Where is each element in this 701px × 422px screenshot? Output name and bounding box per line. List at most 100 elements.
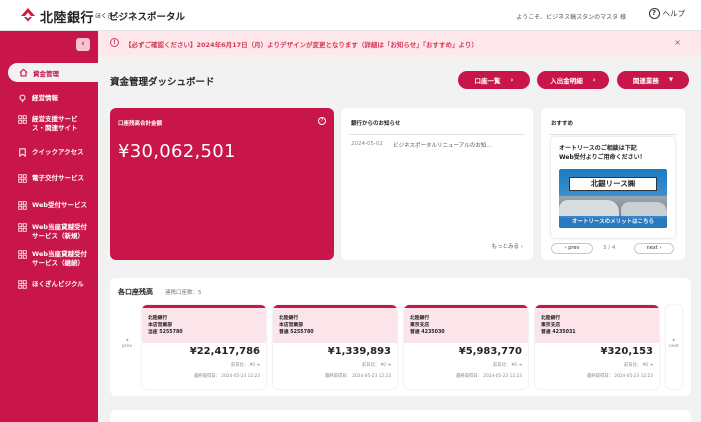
recommend-strip: オートリースのメリットはこちら — [559, 216, 667, 228]
transactions-button[interactable]: 入出金明細 › — [537, 71, 609, 89]
more-link[interactable]: もっとみる › — [492, 242, 523, 250]
button-label: 口座一覧 — [474, 77, 501, 85]
info-icon[interactable]: ? — [318, 117, 326, 125]
account-balance: ¥5,983,770 — [458, 346, 522, 357]
help-button[interactable]: ? ヘルプ — [648, 8, 686, 19]
chevron-right-icon: › — [592, 76, 596, 84]
account-number: 普通 4235030 — [410, 330, 445, 335]
recommend-next-button[interactable]: next › — [634, 243, 674, 254]
sidebar-item-label: Web受付サービス — [32, 201, 87, 209]
account-card[interactable]: 北陸銀行 東京支店 普通 4235030 ¥5,983,770 前日比： ¥0 … — [404, 305, 528, 389]
sidebar-item-web-reception[interactable]: Web受付サービス — [18, 201, 96, 210]
sidebar-item-label: Web当座貸越受付 サービス（新規） — [32, 223, 87, 241]
sidebar-item-overdraft-renew[interactable]: Web当座貸越受付 サービス（継続） — [18, 250, 96, 268]
account-bank: 北陸銀行 — [541, 316, 561, 321]
account-balance: ¥320,153 — [600, 346, 653, 357]
recommend-image[interactable]: 北銀リース㈱ オートリースのメリットはこちら — [559, 169, 667, 228]
sidebar-item-management-info[interactable]: 経営情報 — [18, 94, 96, 103]
linked-account-count: 連携口座数：5 — [165, 290, 202, 296]
recommend-item[interactable]: オートリースのご相談は下記 Web受付よりご用命ください！ 北銀リース㈱ オート… — [551, 137, 675, 238]
bank-logo-text: 北陸銀行 — [40, 11, 95, 26]
account-fetched-date: 最終取得日： 2024-05-23 12:23 — [194, 374, 260, 379]
prev-label: prev — [121, 344, 133, 349]
sidebar-item-label: 経営情報 — [32, 94, 58, 102]
account-bank: 北陸銀行 — [410, 316, 430, 321]
grid-icon — [18, 174, 27, 183]
recommend-text-line-1: オートリースのご相談は下記 — [559, 145, 637, 152]
account-card[interactable]: 北陸銀行 本店営業部 当座 5255780 ¥22,417,786 前日比： ¥… — [142, 305, 266, 389]
sidebar-collapse-button[interactable]: ‹ — [76, 38, 90, 51]
header: 北陸銀行 ほくぎん ビジネスポータル ようこそ、ビジネス稿スタンのマスタ 様 ?… — [0, 0, 701, 31]
lower-panel — [110, 410, 691, 422]
account-header: 北陸銀行 東京支店 普通 4235031 — [535, 305, 659, 343]
divider — [549, 134, 677, 135]
account-fetched-date: 最終取得日： 2024-05-23 12:23 — [325, 374, 391, 379]
sidebar-item-quick-access[interactable]: クイックアクセス — [18, 148, 96, 157]
sidebar-item-label: 経営支援サービ ス・関連サイト — [32, 115, 78, 133]
sidebar: ‹ 資金管理 経営情報 経営支援サービ ス・関連サイト クイックアクセス 電子交… — [0, 31, 98, 422]
page-title: 資金管理ダッシュボード — [110, 77, 215, 88]
sidebar-item-overdraft-new[interactable]: Web当座貸越受付 サービス（新規） — [18, 223, 96, 241]
label-line-1: Web当座貸越受付 — [32, 250, 87, 258]
account-number: 当座 5255780 — [148, 330, 183, 335]
sidebar-item-e-delivery[interactable]: 電子交付サービス — [18, 174, 96, 183]
sidebar-item-fund-management[interactable]: 資金管理 — [8, 63, 98, 82]
chevron-right-icon: › — [510, 76, 514, 84]
divider — [349, 134, 525, 135]
account-balances-panel: 各口座残高 連携口座数：5 ◂ prev 北陸銀行 本店営業部 当座 52557… — [110, 278, 691, 396]
grid-icon — [18, 280, 27, 289]
account-number: 普通 5255780 — [279, 330, 314, 335]
account-header: 北陸銀行 東京支店 普通 4235030 — [404, 305, 528, 343]
news-title: 銀行からのお知らせ — [351, 121, 401, 127]
question-icon: ? — [648, 8, 660, 19]
close-icon[interactable]: × — [674, 38, 681, 47]
accounts-prev-button[interactable]: ◂ prev — [119, 305, 135, 389]
accounts-title: 各口座残高 — [118, 288, 153, 296]
recommend-banner: 北銀リース㈱ — [569, 177, 657, 191]
notice-text[interactable]: 【必ずご確認ください】2024年6月17日（月）よりデザインが変更となります（詳… — [125, 39, 478, 49]
news-date: 2024-05-02 — [351, 141, 383, 147]
sidebar-item-label: クイックアクセス — [32, 148, 84, 156]
sidebar-item-label: 資金管理 — [33, 69, 59, 78]
total-balance-card: 口座残高合計金額 ? ¥30,062,501 — [110, 108, 334, 260]
chevron-right-icon: ▸ — [672, 338, 676, 343]
account-card[interactable]: 北陸銀行 東京支店 普通 4235031 ¥320,153 前日比： ¥0 ➜ … — [535, 305, 659, 389]
recommend-prev-button[interactable]: ‹ prev — [551, 243, 593, 254]
account-branch: 本店営業部 — [279, 323, 303, 328]
news-item[interactable]: 2024-05-02 ビジネスポータルリニューアルのお知… — [351, 141, 492, 149]
account-bank: 北陸銀行 — [279, 316, 299, 321]
label-line-1: 経営支援サービ — [32, 115, 78, 123]
chevron-left-icon: ◂ — [125, 338, 129, 343]
grid-icon — [18, 115, 27, 124]
account-bank: 北陸銀行 — [148, 316, 168, 321]
sidebar-item-support-services[interactable]: 経営支援サービ ス・関連サイト — [18, 115, 96, 133]
accounts-next-button[interactable]: ▸ next — [666, 305, 682, 389]
sidebar-item-label: ほくぎんビジクル — [32, 280, 84, 288]
label-line-1: Web当座貸越受付 — [32, 223, 87, 231]
sidebar-item-label: Web当座貸越受付 サービス（継続） — [32, 250, 87, 268]
account-branch: 本店営業部 — [148, 323, 172, 328]
account-prev-day-diff: 前日比： ¥0 ➜ — [493, 363, 522, 368]
alert-icon: ! — [110, 38, 119, 47]
account-prev-day-diff: 前日比： ¥0 ➜ — [231, 363, 260, 368]
lightbulb-icon — [19, 94, 26, 103]
welcome-text: ようこそ、ビジネス稿スタンのマスタ 様 — [516, 14, 626, 21]
sidebar-item-label: 電子交付サービス — [32, 174, 84, 182]
chevron-down-icon: ▼ — [668, 77, 674, 83]
bank-news-card: 銀行からのお知らせ 2024-05-02 ビジネスポータルリニューアルのお知… … — [341, 108, 533, 260]
notice-banner: ! 【必ずご確認ください】2024年6月17日（月）よりデザインが変更となります… — [98, 31, 701, 55]
home-icon — [19, 68, 28, 77]
account-fetched-date: 最終取得日： 2024-05-23 12:23 — [456, 374, 522, 379]
sidebar-item-hokugin-bizicle[interactable]: ほくぎんビジクル — [18, 280, 96, 289]
account-list-button[interactable]: 口座一覧 › — [458, 71, 530, 89]
account-header: 北陸銀行 本店営業部 当座 5255780 — [142, 305, 266, 343]
account-branch: 東京支店 — [410, 323, 430, 328]
grid-icon — [18, 223, 27, 232]
recommend-text-line-2: Web受付よりご用命ください！ — [559, 154, 646, 161]
account-card[interactable]: 北陸銀行 本店営業部 普通 5255780 ¥1,339,893 前日比： ¥0… — [273, 305, 397, 389]
news-text: ビジネスポータルリニューアルのお知… — [392, 143, 492, 149]
recommend-page-count: 3 / 4 — [603, 245, 616, 251]
related-tasks-button[interactable]: 関連業務 ▼ — [617, 71, 689, 89]
recommend-card: おすすめ オートリースのご相談は下記 Web受付よりご用命ください！ 北銀リース… — [541, 108, 685, 260]
help-label: ヘルプ — [662, 9, 686, 18]
